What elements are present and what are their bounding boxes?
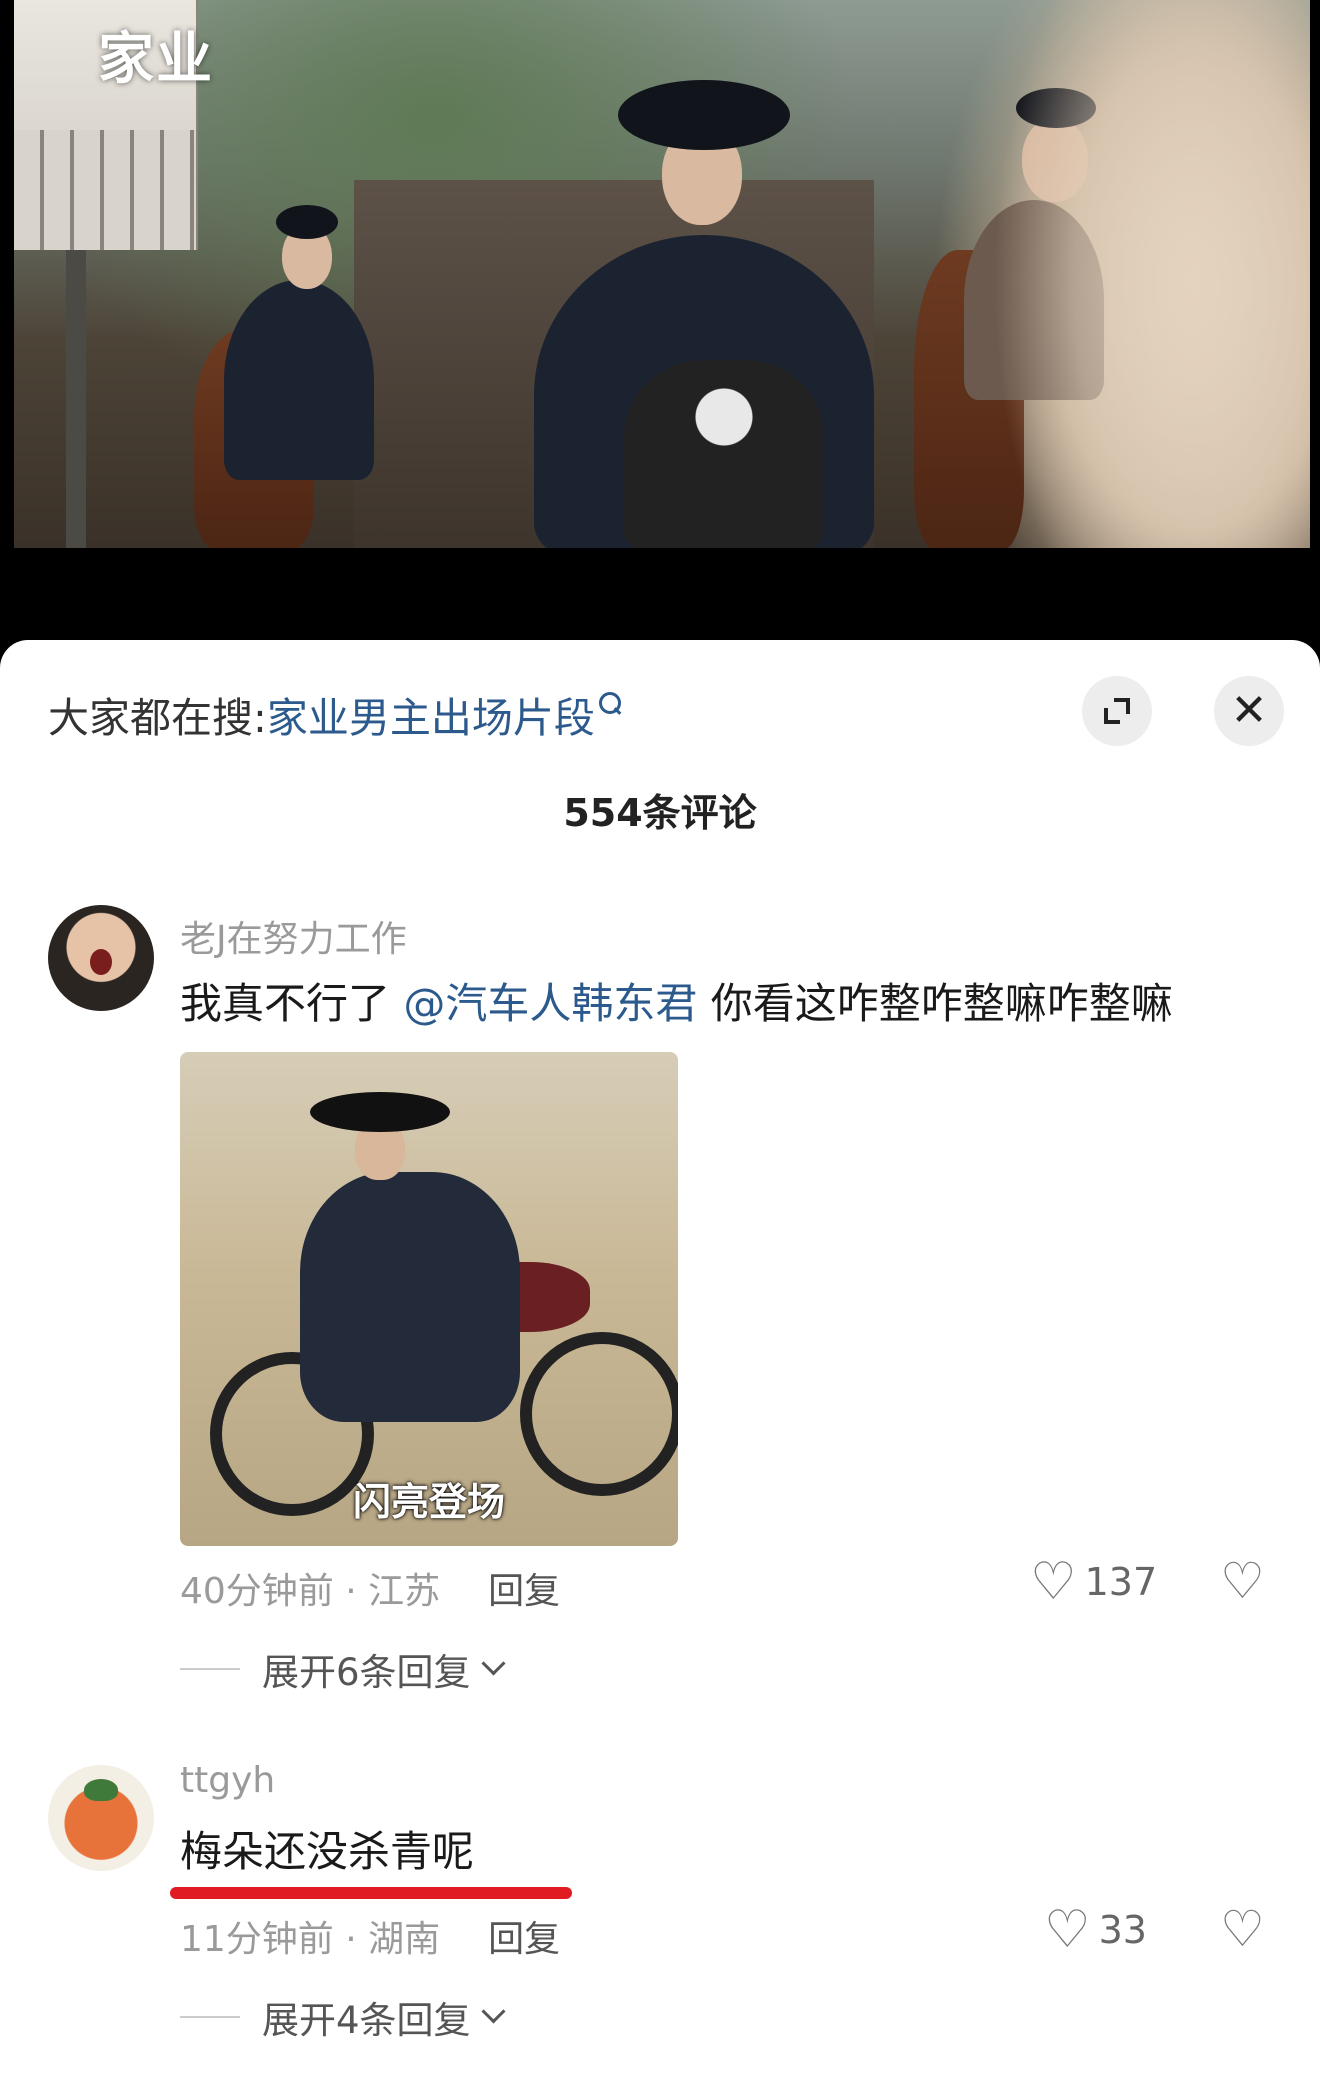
video-title-overlay: 家业	[98, 26, 214, 92]
reply-button[interactable]: 回复	[488, 1571, 560, 1612]
close-button[interactable]: ✕	[1214, 676, 1284, 746]
comment-text-part: 你看这咋整咋整嘛咋整嘛	[697, 979, 1173, 1028]
chevron-down-icon	[481, 1998, 506, 2024]
center-rider-hat	[618, 80, 790, 150]
broken-heart-icon[interactable]: ♡	[1220, 1900, 1265, 1958]
search-icon	[598, 692, 621, 714]
comment-meta: 40分钟前 · 江苏 回复	[180, 1562, 560, 1614]
avatar[interactable]	[48, 905, 154, 1011]
rider-hat	[310, 1092, 450, 1132]
comment-text-part: 我真不行了	[180, 979, 404, 1028]
broken-heart-icon[interactable]: ♡	[1220, 1552, 1265, 1610]
heart-icon: ♡	[1030, 1552, 1077, 1612]
comment-text: 我真不行了 @汽车人韩东君 你看这咋整咋整嘛咋整嘛	[180, 970, 1173, 1031]
image-caption: 闪亮登场	[352, 1480, 505, 1524]
mention-link[interactable]: @汽车人韩东君	[403, 979, 697, 1028]
comment-username[interactable]: ttgyh	[180, 1760, 275, 1801]
expand-replies-button[interactable]: 展开6条回复	[180, 1642, 506, 1696]
reply-button[interactable]: 回复	[488, 1919, 560, 1960]
left-rider	[224, 280, 374, 480]
trending-search-prefix: 大家都在搜:	[48, 694, 267, 742]
like-count: 137	[1084, 1560, 1158, 1604]
expand-replies-label: 展开6条回复	[262, 1651, 471, 1694]
red-underline-annotation	[170, 1887, 572, 1899]
chevron-down-icon	[481, 1650, 506, 1676]
comment-count: 554条评论	[563, 791, 757, 835]
expand-button[interactable]	[1082, 676, 1152, 746]
comment-meta: 11分钟前 · 湖南 回复	[180, 1910, 560, 1962]
expand-replies-label: 展开4条回复	[262, 1999, 471, 2042]
heart-icon: ♡	[1044, 1900, 1091, 1960]
trending-search[interactable]: 大家都在搜:家业男主出场片段	[48, 684, 621, 744]
like-button[interactable]: ♡ 137	[1030, 1556, 1157, 1608]
left-rider-hat	[276, 205, 338, 239]
comment-image[interactable]: 闪亮登场	[180, 1052, 678, 1546]
time-location: 11分钟前 · 湖南	[180, 1919, 441, 1960]
comment-text: 梅朵还没杀青呢	[180, 1827, 475, 1876]
comment-sheet: 大家都在搜:家业男主出场片段 ✕ 554条评论 老J在努力工作 我真不行了 @汽…	[0, 640, 1320, 2100]
video-frame[interactable]: 家业	[14, 0, 1310, 548]
close-icon: ✕	[1230, 685, 1268, 736]
time-location: 40分钟前 · 江苏	[180, 1571, 441, 1612]
expand-icon	[1104, 698, 1130, 724]
trending-search-query[interactable]: 家业男主出场片段	[267, 694, 595, 742]
foreground-blur	[974, 0, 1310, 548]
motorcycle-rider	[300, 1172, 520, 1422]
divider	[180, 1668, 240, 1670]
divider	[180, 2016, 240, 2018]
like-count: 33	[1098, 1908, 1147, 1952]
avatar[interactable]	[48, 1765, 154, 1871]
expand-replies-button[interactable]: 展开4条回复	[180, 1990, 506, 2044]
banner-pole	[66, 250, 86, 548]
like-button[interactable]: ♡ 33	[1044, 1904, 1147, 1956]
scooter	[624, 360, 824, 548]
comment-username[interactable]: 老J在努力工作	[180, 910, 407, 962]
